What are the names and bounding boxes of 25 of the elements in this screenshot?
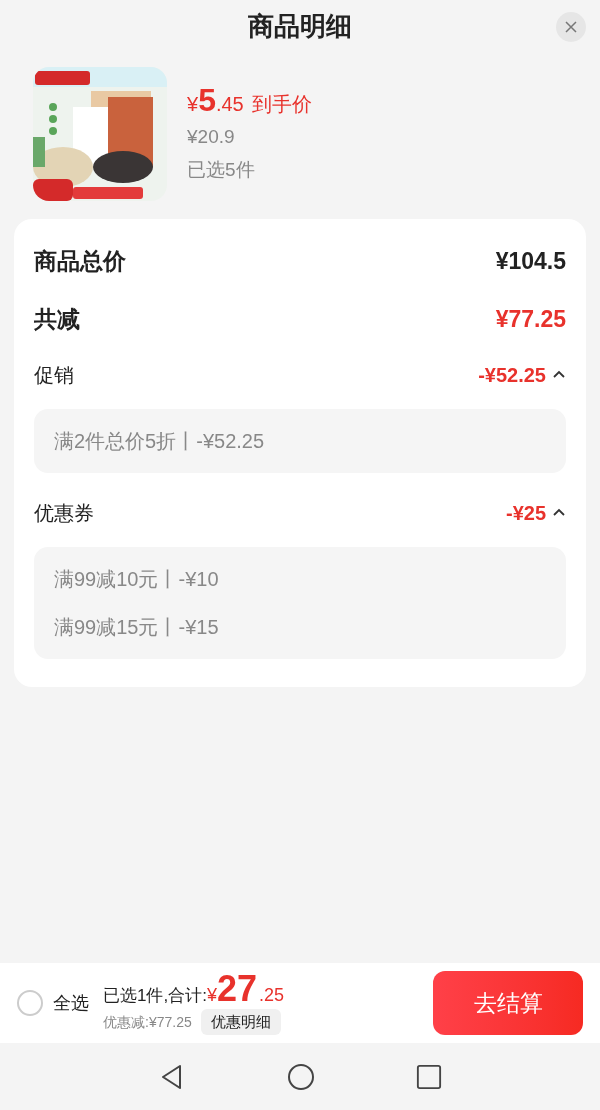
saving-amount: 优惠减:¥77.25 — [103, 1012, 192, 1032]
deal-price: ¥5.45 到手价 — [187, 84, 312, 119]
page-title: 商品明细 — [248, 9, 352, 43]
select-all-checkbox[interactable] — [17, 990, 43, 1016]
order-total: 已选1件,合计:¥27.25 — [103, 971, 284, 1007]
discount-item: 满99减10元丨-¥10 — [54, 567, 220, 592]
select-all-label[interactable]: 全选 — [53, 989, 89, 1017]
discount-detail-button[interactable]: 优惠明细 — [200, 1009, 281, 1035]
section-title: 促销 — [34, 363, 74, 388]
recent-apps-icon[interactable] — [416, 1063, 442, 1090]
close-icon — [565, 21, 577, 33]
discount-item: 满2件总价5折丨-¥52.25 — [54, 429, 266, 454]
checkout-button[interactable]: 去结算 — [433, 971, 583, 1035]
discount-label: 共减 — [34, 304, 80, 334]
section-title: 优惠券 — [34, 501, 94, 526]
section-amount: -¥52.25 — [478, 363, 546, 388]
total-value: ¥104.5 — [495, 246, 566, 276]
total-label: 商品总价 — [34, 246, 126, 276]
discount-item: 满99减15元丨-¥15 — [54, 615, 220, 640]
section-amount: -¥25 — [505, 501, 546, 526]
selected-count: 已选5件 — [187, 157, 256, 182]
home-icon[interactable] — [287, 1062, 315, 1091]
discount-value: ¥77.25 — [495, 304, 566, 334]
original-price: ¥20.9 — [187, 125, 236, 149]
close-button[interactable] — [556, 12, 586, 42]
